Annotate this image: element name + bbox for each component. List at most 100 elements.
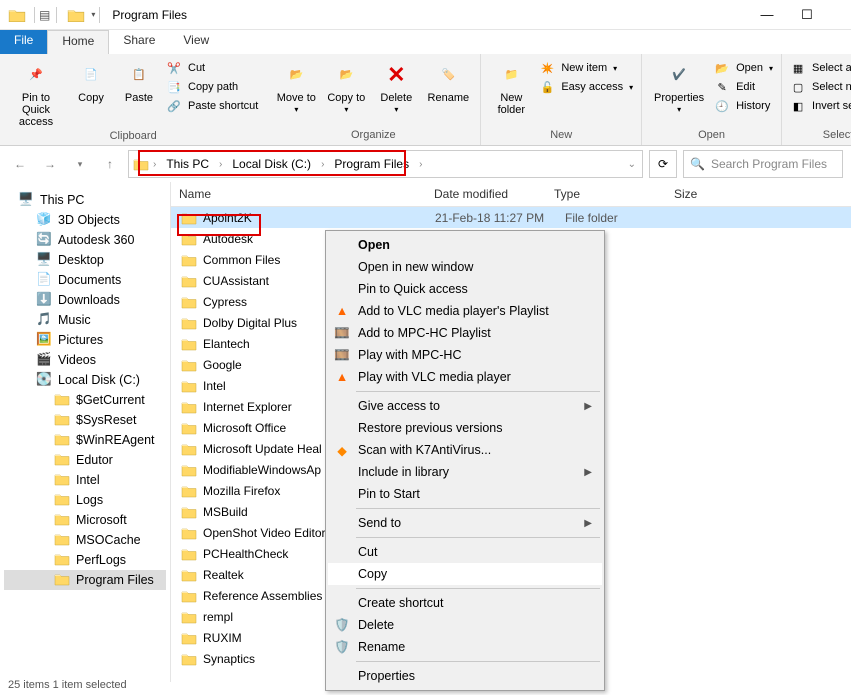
- copyto-button[interactable]: 📂Copy to▾: [324, 58, 368, 115]
- tree-item[interactable]: 🖥️This PC: [4, 190, 166, 210]
- invert-button[interactable]: ◧Invert selection: [790, 98, 851, 114]
- col-size[interactable]: Size: [666, 182, 851, 206]
- tree-item[interactable]: 🧊3D Objects: [4, 210, 166, 230]
- ctx-shortcut[interactable]: Create shortcut: [328, 592, 602, 614]
- ctx-mpc-play[interactable]: 🎞️Play with MPC-HC: [328, 344, 602, 366]
- refresh-button[interactable]: ⟳: [649, 150, 677, 178]
- tree-item[interactable]: PerfLogs: [4, 550, 166, 570]
- folder-icon: [181, 568, 197, 582]
- vlc-icon: ▲: [334, 369, 350, 385]
- cut-button[interactable]: ✂️Cut: [166, 60, 258, 76]
- tree-item[interactable]: 🖥️Desktop: [4, 250, 166, 270]
- pasteshortcut-button[interactable]: 🔗Paste shortcut: [166, 98, 258, 114]
- copy-icon: 📄: [76, 60, 106, 90]
- ctx-send-to[interactable]: Send to▶: [328, 512, 602, 534]
- tree-item[interactable]: 🎬Videos: [4, 350, 166, 370]
- selectall-button[interactable]: ▦Select all: [790, 60, 851, 76]
- qat-dropdown-icon[interactable]: ▾: [91, 10, 95, 19]
- ctx-mpc-add[interactable]: 🎞️Add to MPC-HC Playlist: [328, 322, 602, 344]
- search-input[interactable]: 🔍 Search Program Files: [683, 150, 843, 178]
- tree-item[interactable]: 🖼️Pictures: [4, 330, 166, 350]
- tree-item[interactable]: Microsoft: [4, 510, 166, 530]
- properties-icon: ✔️: [664, 60, 694, 90]
- folder-icon: [54, 552, 70, 568]
- copy-button[interactable]: 📄Copy: [70, 58, 112, 104]
- ctx-cut[interactable]: Cut: [328, 541, 602, 563]
- ctx-vlc-add[interactable]: ▲Add to VLC media player's Playlist: [328, 300, 602, 322]
- tree-item[interactable]: $GetCurrent: [4, 390, 166, 410]
- newitem-button[interactable]: ✴️New item ▾: [539, 60, 633, 76]
- chevron-icon[interactable]: ›: [217, 159, 224, 170]
- ctx-delete[interactable]: 🛡️Delete: [328, 614, 602, 636]
- recent-dropdown[interactable]: ▾: [68, 152, 92, 176]
- tab-share[interactable]: Share: [109, 30, 169, 54]
- properties-button[interactable]: ✔️Properties▾: [650, 58, 708, 115]
- tree-item[interactable]: Logs: [4, 490, 166, 510]
- forward-button[interactable]: →: [38, 152, 62, 176]
- tree-item[interactable]: Edutor: [4, 450, 166, 470]
- folder-icon: [54, 532, 70, 548]
- selectall-icon: ▦: [790, 60, 806, 76]
- up-button[interactable]: ↑: [98, 152, 122, 176]
- paste-button[interactable]: 📋Paste: [118, 58, 160, 104]
- ctx-pin-quick-access[interactable]: Pin to Quick access: [328, 278, 602, 300]
- delete-button[interactable]: ✕Delete▾: [374, 58, 418, 115]
- newfolder-button[interactable]: 📁New folder: [489, 58, 533, 116]
- tree-item[interactable]: 📄Documents: [4, 270, 166, 290]
- easyaccess-button[interactable]: 🔓Easy access ▾: [539, 79, 633, 95]
- selectnone-button[interactable]: ▢Select none: [790, 79, 851, 95]
- col-type[interactable]: Type: [546, 182, 666, 206]
- chevron-icon[interactable]: ›: [417, 159, 424, 170]
- tree-item[interactable]: 💽Local Disk (C:): [4, 370, 166, 390]
- rename-button[interactable]: 🏷️Rename: [424, 58, 472, 104]
- group-clipboard: Clipboard: [8, 128, 258, 146]
- open-button[interactable]: 📂Open ▾: [714, 60, 773, 76]
- addr-dropdown-icon[interactable]: ⌄: [626, 159, 638, 170]
- chevron-icon[interactable]: ›: [151, 159, 158, 170]
- chevron-icon[interactable]: ›: [319, 159, 326, 170]
- crumb-local-disk[interactable]: Local Disk (C:): [226, 155, 317, 173]
- history-button[interactable]: 🕘History: [714, 98, 773, 114]
- pin-quick-access-button[interactable]: 📌Pin to Quick access: [8, 58, 64, 128]
- back-button[interactable]: ←: [8, 152, 32, 176]
- folder-icon: [54, 492, 70, 508]
- tree-item[interactable]: $WinREAgent: [4, 430, 166, 450]
- ctx-pin-start[interactable]: Pin to Start: [328, 483, 602, 505]
- crumb-program-files[interactable]: Program Files: [328, 155, 415, 173]
- ctx-restore-versions[interactable]: Restore previous versions: [328, 417, 602, 439]
- col-name[interactable]: Name: [171, 182, 426, 206]
- tab-file[interactable]: File: [0, 30, 47, 54]
- copypath-button[interactable]: 📑Copy path: [166, 79, 258, 95]
- list-item[interactable]: Apoint2K21-Feb-18 11:27 PMFile folder: [171, 207, 851, 228]
- crumb-this-pc[interactable]: This PC: [160, 155, 215, 173]
- tree-item[interactable]: Program Files: [4, 570, 166, 590]
- qat-properties-icon[interactable]: ▤: [39, 8, 50, 22]
- tree-item[interactable]: MSOCache: [4, 530, 166, 550]
- ctx-vlc-play[interactable]: ▲Play with VLC media player: [328, 366, 602, 388]
- vlc-icon: ▲: [334, 303, 350, 319]
- column-headers[interactable]: Name Date modified Type Size: [171, 182, 851, 207]
- tree-item[interactable]: 🎵Music: [4, 310, 166, 330]
- maximize-button[interactable]: ☐: [787, 7, 827, 23]
- tree-item[interactable]: $SysReset: [4, 410, 166, 430]
- ctx-give-access[interactable]: Give access to▶: [328, 395, 602, 417]
- ctx-rename[interactable]: 🛡️Rename: [328, 636, 602, 658]
- tab-home[interactable]: Home: [47, 30, 109, 54]
- group-new: New: [489, 127, 633, 145]
- ctx-k7-scan[interactable]: ◆Scan with K7AntiVirus...: [328, 439, 602, 461]
- tree-item[interactable]: 🔄Autodesk 360: [4, 230, 166, 250]
- tree-item[interactable]: ⬇️Downloads: [4, 290, 166, 310]
- minimize-button[interactable]: —: [747, 7, 787, 22]
- ctx-copy[interactable]: Copy: [328, 563, 602, 585]
- tab-view[interactable]: View: [169, 30, 223, 54]
- ctx-new-window[interactable]: Open in new window: [328, 256, 602, 278]
- ctx-open[interactable]: Open: [328, 234, 602, 256]
- nav-tree[interactable]: 🖥️This PC🧊3D Objects🔄Autodesk 360🖥️Deskt…: [0, 182, 170, 682]
- tree-item[interactable]: Intel: [4, 470, 166, 490]
- ctx-include-library[interactable]: Include in library▶: [328, 461, 602, 483]
- edit-button[interactable]: ✎Edit: [714, 79, 773, 95]
- address-bar[interactable]: › This PC › Local Disk (C:) › Program Fi…: [128, 150, 643, 178]
- moveto-button[interactable]: 📂Move to▾: [274, 58, 318, 115]
- col-date[interactable]: Date modified: [426, 182, 546, 206]
- qat-folder-icon[interactable]: [67, 6, 85, 24]
